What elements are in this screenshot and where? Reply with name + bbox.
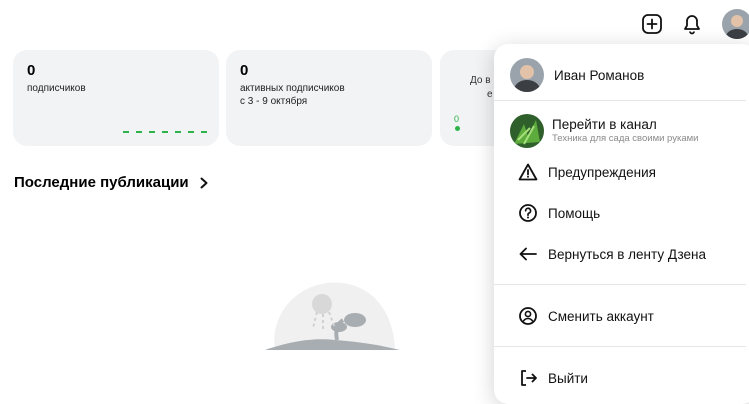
logout-item[interactable]: Выйти: [494, 368, 749, 388]
help-icon: [518, 203, 538, 223]
subscribers-count: 0: [27, 62, 36, 79]
back-to-feed-label: Вернуться в ленту Дзена: [548, 246, 706, 262]
logout-icon: [518, 368, 538, 388]
channel-subtitle: Техника для сада своими руками: [552, 133, 699, 144]
divider: [494, 100, 746, 101]
profile-item[interactable]: Иван Романов: [510, 58, 644, 92]
divider: [494, 346, 746, 347]
user-circle-icon: [518, 306, 538, 326]
warnings-label: Предупреждения: [548, 164, 656, 180]
top-bar: [0, 0, 749, 48]
views-chart-point: [455, 126, 460, 131]
back-to-feed-item[interactable]: Вернуться в ленту Дзена: [494, 244, 749, 264]
views-card-title-line1: До в: [470, 75, 491, 86]
section-title: Последние публикации: [14, 174, 189, 191]
warnings-item[interactable]: Предупреждения: [494, 162, 749, 182]
profile-name: Иван Романов: [554, 67, 645, 83]
subscribers-card: 0 подписчиков: [13, 50, 219, 146]
switch-account-label: Сменить аккаунт: [548, 308, 654, 324]
subscribers-label: подписчиков: [27, 83, 86, 94]
divider: [494, 284, 746, 285]
profile-avatar: [510, 58, 544, 92]
account-menu: Иван Романов Перейти в канал Техника для…: [494, 44, 749, 404]
empty-state-illustration: [265, 280, 400, 355]
active-subscribers-label-line1: активных подписчиков: [240, 83, 345, 94]
channel-avatar: [510, 114, 544, 148]
go-to-channel-item[interactable]: Перейти в канал Техника для сада своими …: [510, 114, 698, 148]
help-label: Помощь: [548, 205, 601, 221]
switch-account-item[interactable]: Сменить аккаунт: [494, 306, 749, 326]
views-chart-zero: 0: [454, 114, 460, 124]
avatar[interactable]: [722, 9, 749, 39]
logout-label: Выйти: [548, 370, 588, 386]
help-item[interactable]: Помощь: [494, 203, 749, 223]
add-icon[interactable]: [640, 12, 664, 36]
arrow-left-icon: [518, 244, 538, 264]
bell-icon[interactable]: [680, 12, 704, 36]
warning-icon: [518, 162, 538, 182]
active-subscribers-label: активных подписчиков с 3 - 9 октября: [240, 82, 345, 108]
active-subscribers-card: 0 активных подписчиков с 3 - 9 октября: [226, 50, 432, 146]
active-subscribers-period: с 3 - 9 октября: [240, 96, 308, 107]
active-subscribers-count: 0: [240, 62, 249, 79]
chevron-right-icon: [200, 177, 208, 188]
views-card-title-line2: е: [487, 89, 493, 100]
channel-title: Перейти в канал: [552, 117, 657, 132]
latest-publications-link[interactable]: Последние публикации: [14, 174, 209, 191]
subscribers-sparkline: [123, 131, 213, 133]
